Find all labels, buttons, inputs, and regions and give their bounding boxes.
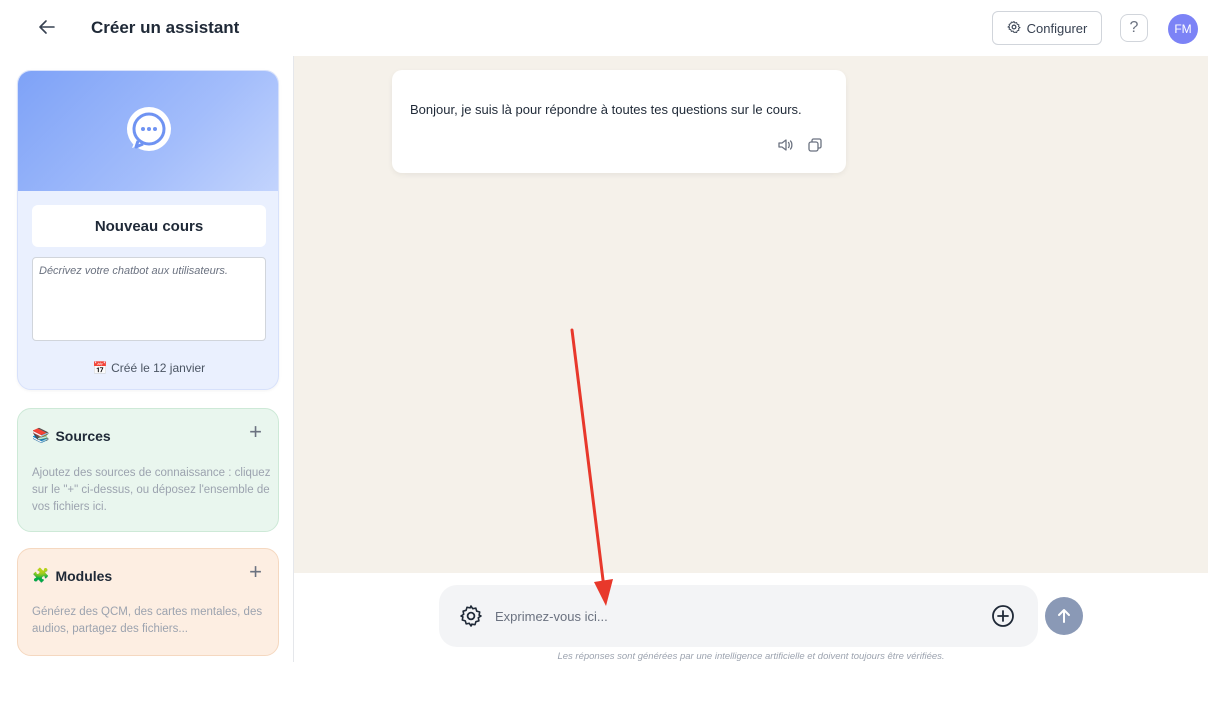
- assistant-banner[interactable]: [18, 71, 278, 191]
- sources-title-label: Sources: [55, 427, 111, 444]
- send-button[interactable]: [1045, 597, 1083, 635]
- settings-gear-icon[interactable]: [459, 604, 483, 628]
- chat-bubble-icon: [127, 107, 171, 151]
- input-zone: Les réponses sont générées par une intel…: [294, 573, 1208, 662]
- sources-card[interactable]: 📚 Sources + Ajoutez des sources de conna…: [17, 408, 279, 532]
- configure-label: Configurer: [1026, 20, 1088, 36]
- speaker-icon[interactable]: [776, 136, 794, 154]
- arrow-up-icon: [1058, 609, 1070, 623]
- copy-icon[interactable]: [806, 136, 824, 154]
- back-arrow-icon[interactable]: [36, 16, 58, 38]
- ai-disclaimer: Les réponses sont générées par une intel…: [557, 651, 945, 662]
- header: Créer un assistant Configurer ? FM: [0, 0, 1208, 56]
- puzzle-icon: 🧩: [32, 567, 50, 583]
- page-title: Créer un assistant: [91, 18, 240, 37]
- modules-description: Générez des QCM, des cartes mentales, de…: [32, 606, 263, 635]
- chat-area: Bonjour, je suis là pour répondre à tout…: [294, 56, 1208, 573]
- configure-button[interactable]: Configurer: [992, 11, 1102, 45]
- calendar-icon: 📅: [92, 361, 108, 375]
- gear-icon: [1007, 20, 1021, 37]
- help-button[interactable]: ?: [1120, 14, 1148, 42]
- created-date-label: Créé le 12 janvier: [111, 361, 206, 375]
- avatar[interactable]: FM: [1168, 14, 1198, 44]
- modules-title: 🧩 Modules: [32, 567, 112, 584]
- modules-title-label: Modules: [55, 567, 113, 584]
- sources-title: 📚 Sources: [32, 427, 111, 444]
- message-composer: [439, 585, 1038, 647]
- annotation-arrow: [570, 328, 613, 606]
- assistant-message: Bonjour, je suis là pour répondre à tout…: [392, 70, 846, 173]
- sources-description: Ajoutez des sources de connaissance : cl…: [32, 467, 271, 513]
- add-source-button[interactable]: +: [249, 421, 262, 443]
- sidebar: Nouveau cours Décrivez votre chatbot aux…: [0, 56, 294, 662]
- modules-card[interactable]: 🧩 Modules + Générez des QCM, des cartes …: [17, 548, 279, 656]
- assistant-card: Nouveau cours Décrivez votre chatbot aux…: [17, 70, 279, 390]
- add-circle-icon[interactable]: [991, 604, 1015, 628]
- message-text: Bonjour, je suis là pour répondre à tout…: [410, 102, 802, 117]
- add-module-button[interactable]: +: [249, 561, 262, 583]
- books-icon: 📚: [32, 427, 50, 443]
- course-name-field[interactable]: Nouveau cours: [32, 205, 266, 247]
- course-description-field[interactable]: Décrivez votre chatbot aux utilisateurs.: [32, 257, 266, 341]
- created-date: 📅 Créé le 12 janvier: [18, 361, 278, 375]
